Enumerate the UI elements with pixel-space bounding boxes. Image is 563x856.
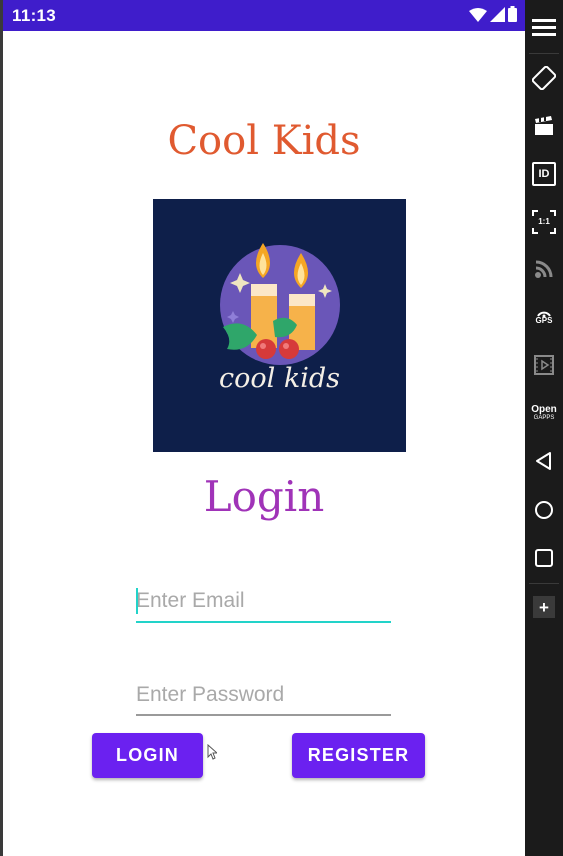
pixel-perfect-icon[interactable]: 1:1 <box>525 207 563 237</box>
back-icon[interactable] <box>525 446 563 476</box>
password-underline <box>136 714 391 716</box>
gps-icon[interactable]: GPS <box>525 302 563 332</box>
app-title: Cool Kids <box>167 118 361 164</box>
open-gapps-icon[interactable]: Open GAPPS <box>525 398 563 428</box>
add-icon[interactable]: + <box>525 592 563 622</box>
add-label: + <box>539 597 549 617</box>
device-id-label: ID <box>538 167 550 180</box>
app-logo: cool kids <box>153 199 406 452</box>
screen-record-icon[interactable] <box>525 111 563 141</box>
email-field-container <box>136 583 391 623</box>
cellular-signal-icon <box>490 6 505 26</box>
media-icon[interactable] <box>525 350 563 380</box>
login-button[interactable]: LOGIN <box>92 733 203 778</box>
password-field[interactable] <box>136 677 391 713</box>
opengapps-label-2: GAPPS <box>533 415 555 421</box>
email-field[interactable] <box>136 583 391 619</box>
status-bar: 11:13 <box>3 0 525 31</box>
pixel-perfect-label: 1:1 <box>538 217 550 226</box>
rss-icon[interactable] <box>525 254 563 284</box>
emulator-toolbar: ID 1:1 GPS Open GAPPS + <box>525 0 563 856</box>
rotate-icon[interactable] <box>525 63 563 93</box>
wifi-icon <box>469 7 487 26</box>
register-button[interactable]: REGISTER <box>292 733 425 778</box>
emulator-window: 11:13 Cool Kids cool kids Login Enter Em… <box>0 0 563 856</box>
gps-label: GPS <box>535 315 553 325</box>
logo-text: cool kids <box>219 363 340 394</box>
device-id-icon[interactable]: ID <box>525 159 563 189</box>
opengapps-label-1: Open <box>531 404 557 415</box>
toolbar-divider <box>529 583 559 584</box>
status-time: 11:13 <box>12 6 57 25</box>
email-underline <box>136 621 391 623</box>
home-icon[interactable] <box>525 495 563 525</box>
battery-icon <box>508 6 517 26</box>
login-heading: Login <box>203 472 325 521</box>
menu-icon[interactable] <box>525 12 563 42</box>
status-icons <box>469 6 517 26</box>
recents-icon[interactable] <box>525 543 563 573</box>
password-field-container <box>136 677 391 717</box>
toolbar-divider <box>529 53 559 54</box>
text-caret <box>136 588 138 614</box>
mouse-cursor-icon <box>207 743 219 764</box>
phone-screen: 11:13 Cool Kids cool kids Login Enter Em… <box>3 0 525 856</box>
